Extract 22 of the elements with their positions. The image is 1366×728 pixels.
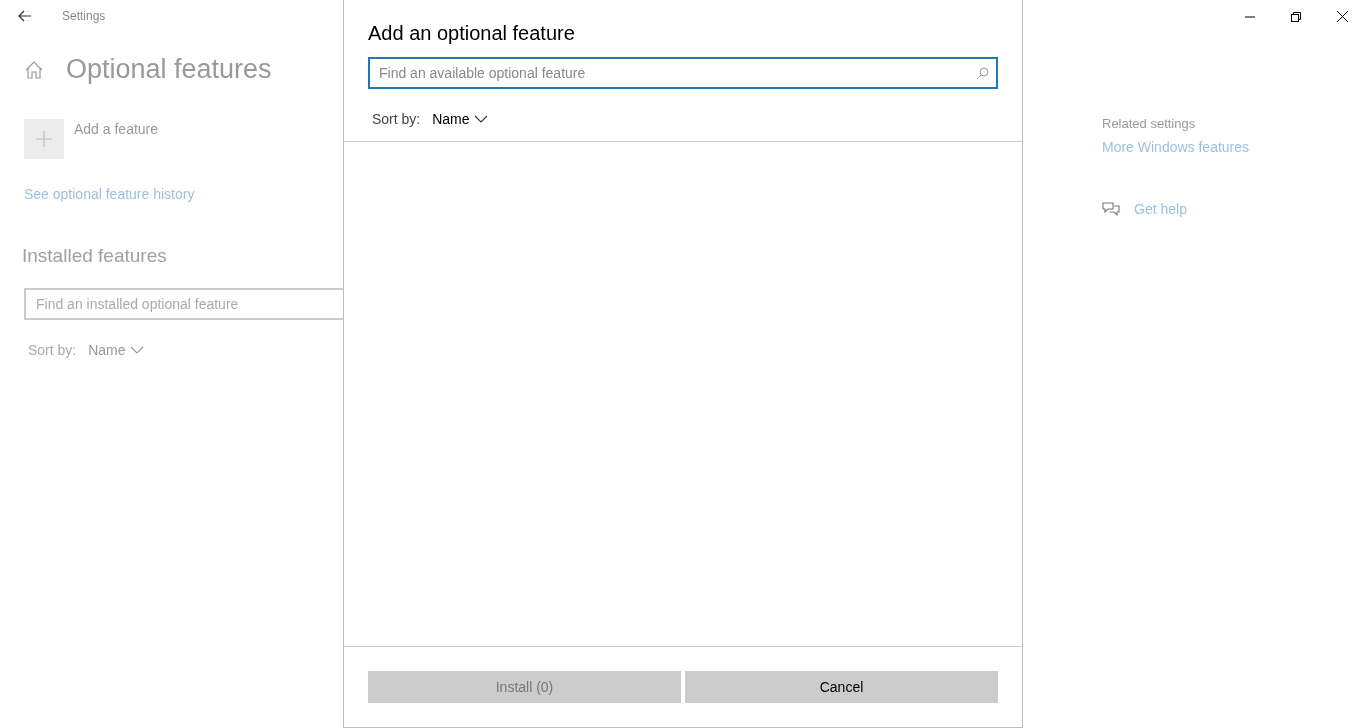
dialog-title: Add an optional feature: [368, 22, 576, 45]
chevron-down-icon: [473, 115, 488, 123]
related-heading: Related settings: [1102, 116, 1197, 131]
add-feature-label[interactable]: Add a feature: [74, 121, 159, 159]
home-icon[interactable]: [24, 59, 44, 80]
related-link[interactable]: More Windows features: [1102, 139, 1366, 155]
search-field[interactable]: Find an available optional feature: [368, 57, 998, 89]
history-link[interactable]: See optional feature history: [24, 186, 195, 202]
section-heading: Installed features: [22, 245, 168, 267]
plus-icon: [35, 130, 53, 148]
window-title: Settings: [62, 9, 106, 23]
sort-dropdown[interactable]: Sort by: Name: [28, 342, 343, 358]
chat-bubbles-icon[interactable]: [1102, 201, 1120, 217]
page-title: Optional features: [66, 54, 272, 85]
dialog-button[interactable]: Cancel: [685, 671, 998, 703]
chevron-down-icon: [129, 346, 144, 354]
sort-dropdown[interactable]: Sort by: Name: [372, 111, 998, 127]
back-arrow-icon[interactable]: [18, 10, 32, 22]
restore-icon[interactable]: [1291, 11, 1301, 22]
close-icon[interactable]: [1337, 11, 1348, 22]
search-icon[interactable]: [976, 67, 989, 80]
get-help-link[interactable]: Get help: [1134, 201, 1187, 217]
